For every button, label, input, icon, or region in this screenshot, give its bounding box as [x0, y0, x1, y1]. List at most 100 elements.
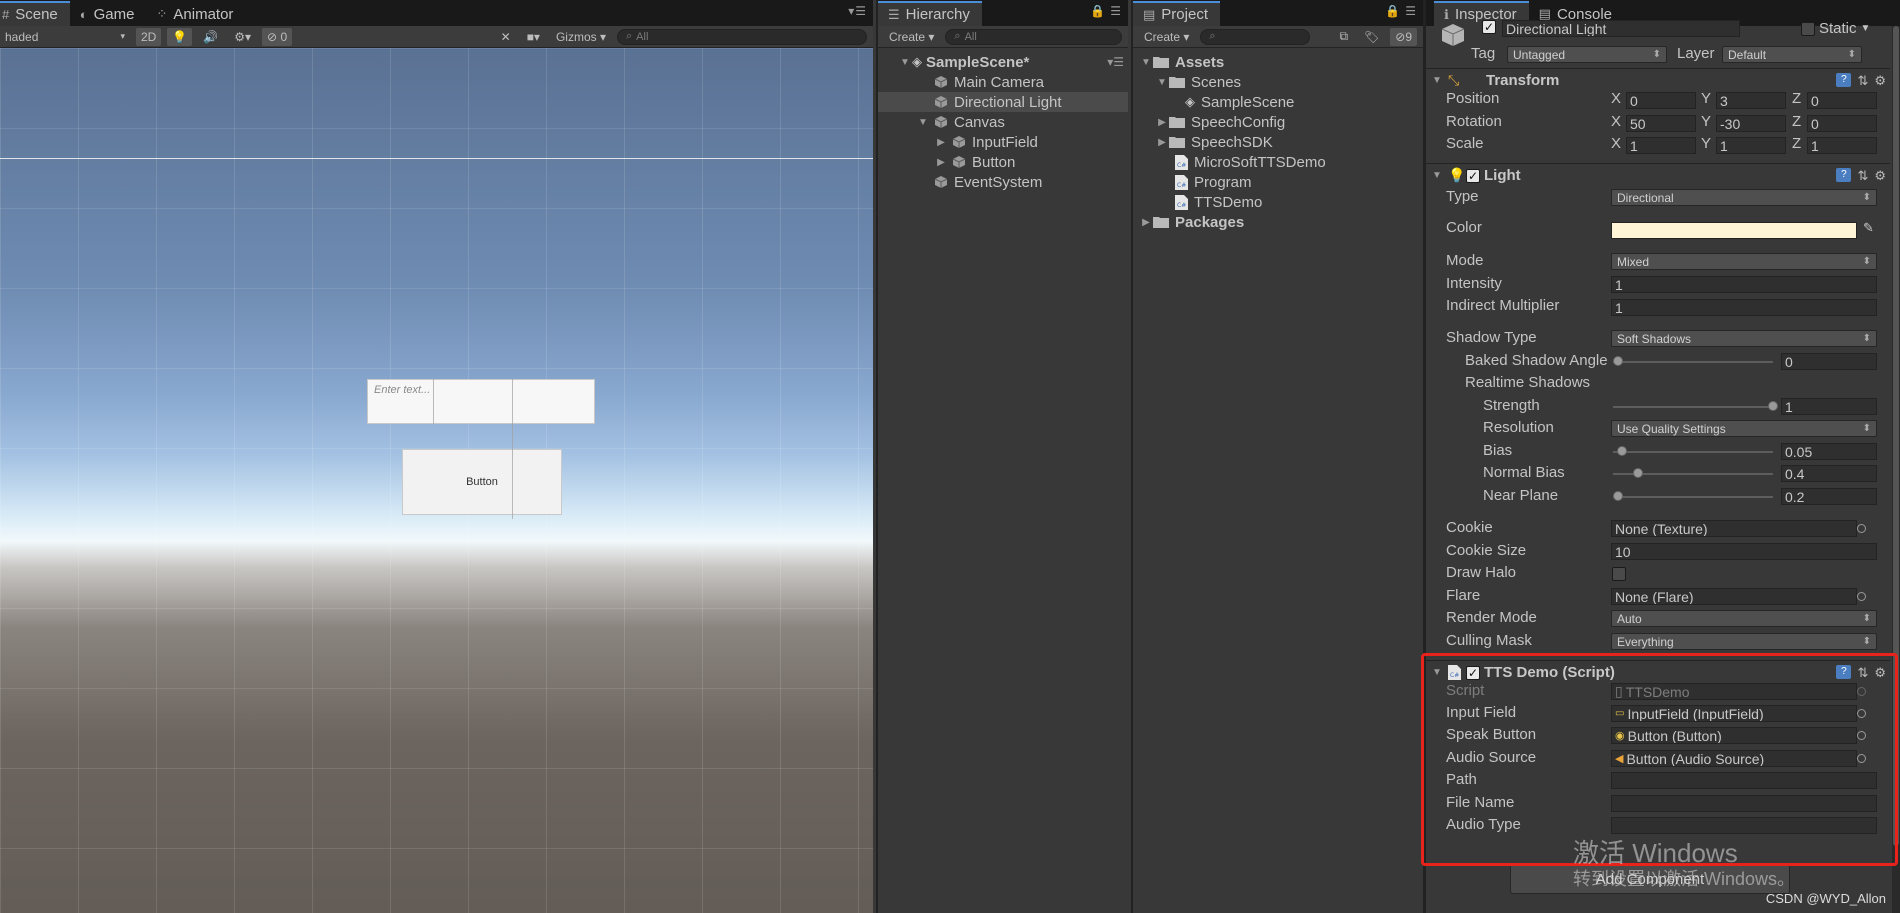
tag-dropdown[interactable]: Untagged — [1507, 46, 1667, 63]
eyedropper-icon[interactable]: ✎ — [1863, 220, 1874, 236]
scene-inputfield[interactable]: Enter text... — [367, 379, 595, 424]
object-picker-icon[interactable] — [1857, 592, 1866, 601]
scale-x-field[interactable]: 1 — [1626, 137, 1696, 154]
baked-angle-slider-handle[interactable] — [1613, 356, 1623, 366]
camera-icon[interactable]: ■▾ — [522, 28, 545, 46]
collapse-arrow-icon[interactable]: ▶ — [1155, 117, 1169, 128]
draw-halo-checkbox[interactable] — [1612, 567, 1626, 581]
tab-game[interactable]: ◐ Game — [70, 2, 147, 26]
rotation-y-field[interactable]: -30 — [1716, 115, 1786, 132]
audio-source-reference[interactable]: ◀ Button (Audio Source) — [1611, 750, 1857, 767]
near-plane-slider-handle[interactable] — [1613, 491, 1623, 501]
scrollbar-thumb[interactable] — [1893, 26, 1899, 846]
gear-icon[interactable]: ⚙ — [1874, 665, 1886, 681]
hierarchy-item-inputfield[interactable]: ▶ InputField — [878, 132, 1128, 152]
gizmos-dropdown[interactable]: Gizmos ▾ — [551, 28, 611, 46]
render-mode-dropdown[interactable]: Auto — [1611, 610, 1877, 627]
project-item-program[interactable]: C# Program — [1133, 172, 1423, 192]
project-item-speechconfig[interactable]: ▶ SpeechConfig — [1133, 112, 1423, 132]
near-plane-slider[interactable] — [1613, 496, 1773, 498]
mode-2d-toggle[interactable]: 2D — [136, 27, 162, 46]
object-picker-icon[interactable] — [1857, 731, 1866, 740]
object-picker-icon[interactable] — [1857, 524, 1866, 533]
normal-bias-field[interactable]: 0.4 — [1781, 465, 1877, 482]
help-icon[interactable]: ? — [1836, 664, 1852, 679]
expand-arrow-icon[interactable]: ▼ — [898, 57, 912, 68]
baked-angle-slider[interactable] — [1613, 361, 1773, 363]
project-item-speechsdk[interactable]: ▶ SpeechSDK — [1133, 132, 1423, 152]
static-checkbox[interactable] — [1801, 21, 1815, 36]
scene-search-input[interactable]: ⌕ All — [617, 28, 867, 45]
hierarchy-item-button[interactable]: ▶ Button — [878, 152, 1128, 172]
cookie-field[interactable]: None (Texture) — [1611, 520, 1857, 537]
position-y-field[interactable]: 3 — [1716, 92, 1786, 109]
expand-arrow-icon[interactable]: ▼ — [1155, 77, 1169, 88]
script-enabled-checkbox[interactable]: ✓ — [1466, 666, 1480, 680]
project-item-assets[interactable]: ▼ Assets — [1133, 52, 1423, 72]
preset-icon[interactable]: ⇅ — [1857, 665, 1868, 681]
hierarchy-search-input[interactable]: ⌕ All — [945, 28, 1122, 45]
tab-scene[interactable]: # Scene — [0, 1, 70, 26]
cookie-size-field[interactable]: 10 — [1611, 543, 1877, 560]
inspector-scrollbar[interactable] — [1892, 26, 1900, 913]
hierarchy-item-eventsystem[interactable]: EventSystem — [878, 172, 1128, 192]
scene-viewport[interactable]: Enter text... Button — [0, 48, 873, 913]
object-picker-icon[interactable] — [1857, 709, 1866, 718]
expand-arrow-icon[interactable]: ▼ — [1139, 57, 1153, 68]
speak-button-reference[interactable]: ◉ Button (Button) — [1611, 727, 1857, 744]
light-color-swatch[interactable] — [1611, 222, 1857, 239]
effects-toggle-icon[interactable]: ⚙▾ — [229, 28, 256, 46]
transform-header[interactable]: ▼ ⤡ Transform ? ⇅ ⚙ — [1426, 68, 1890, 92]
gear-icon[interactable]: ⚙ — [1874, 73, 1886, 89]
rotation-x-field[interactable]: 50 — [1626, 115, 1696, 132]
bias-slider-handle[interactable] — [1616, 446, 1627, 456]
active-checkbox[interactable]: ✓ — [1482, 20, 1496, 34]
near-plane-field[interactable]: 0.2 — [1781, 488, 1877, 505]
scene-root-row[interactable]: ▼ ◈ SampleScene* ▾☰ — [878, 52, 1128, 72]
project-item-microsofttts[interactable]: C# MicroSoftTTSDemo — [1133, 152, 1423, 172]
create-dropdown[interactable]: Create ▾ — [884, 28, 939, 46]
indirect-multiplier-field[interactable]: 1 — [1611, 299, 1877, 316]
scale-y-field[interactable]: 1 — [1716, 137, 1786, 154]
help-icon[interactable]: ? — [1836, 167, 1852, 182]
hierarchy-item-main-camera[interactable]: Main Camera — [878, 72, 1128, 92]
tab-project[interactable]: ▤ Project — [1133, 1, 1220, 26]
flare-field[interactable]: None (Flare) — [1611, 588, 1857, 605]
shadow-type-dropdown[interactable]: Soft Shadows — [1611, 330, 1877, 347]
intensity-field[interactable]: 1 — [1611, 276, 1877, 293]
tools-icon[interactable]: ✕ — [496, 28, 516, 46]
shading-mode-dropdown[interactable]: haded ▾ — [0, 28, 130, 46]
strength-field[interactable]: 1 — [1781, 398, 1877, 415]
lock-icon[interactable]: 🔒 ☰ — [1090, 4, 1122, 18]
tab-animator[interactable]: ⁘ Animator — [147, 2, 246, 26]
file-name-field[interactable] — [1611, 795, 1877, 812]
project-search-input[interactable]: ⌕ — [1200, 28, 1311, 45]
bias-field[interactable]: 0.05 — [1781, 443, 1877, 460]
collapse-arrow-icon[interactable]: ▶ — [1139, 217, 1153, 228]
lock-icon[interactable]: 🔒 ☰ — [1385, 4, 1417, 18]
collapse-arrow-icon[interactable]: ▶ — [934, 137, 948, 148]
project-item-ttsdemo[interactable]: C# TTSDemo — [1133, 192, 1423, 212]
rotation-z-field[interactable]: 0 — [1807, 115, 1877, 132]
project-item-samplescene[interactable]: ◈ SampleScene — [1133, 92, 1423, 112]
baked-angle-field[interactable]: 0 — [1781, 353, 1877, 370]
light-mode-dropdown[interactable]: Mixed — [1611, 253, 1877, 270]
object-picker-icon[interactable] — [1857, 754, 1866, 763]
help-icon[interactable]: ? — [1836, 72, 1852, 87]
light-type-dropdown[interactable]: Directional — [1611, 189, 1877, 206]
hidden-objects-toggle[interactable]: ⊘ 0 — [262, 27, 293, 46]
scene-menu-icon[interactable]: ▾☰ — [1107, 55, 1124, 69]
expand-arrow-icon[interactable]: ▼ — [916, 117, 930, 128]
audio-toggle-icon[interactable]: 🔊 — [198, 28, 223, 46]
layer-dropdown[interactable]: Default — [1722, 46, 1862, 63]
tab-hierarchy[interactable]: ☰ Hierarchy — [878, 1, 982, 26]
tts-demo-header[interactable]: ▼ C# ✓ TTS Demo (Script) ? ⇅ ⚙ — [1426, 660, 1890, 684]
culling-mask-dropdown[interactable]: Everything — [1611, 633, 1877, 650]
gear-icon[interactable]: ⚙ — [1874, 168, 1886, 184]
light-enabled-checkbox[interactable]: ✓ — [1466, 169, 1480, 183]
position-x-field[interactable]: 0 — [1626, 92, 1696, 109]
expand-arrow-icon[interactable]: ▼ — [1430, 667, 1444, 678]
lighting-toggle-icon[interactable]: 💡 — [167, 27, 193, 46]
static-toggle[interactable]: Static ▼ — [1801, 20, 1870, 37]
create-dropdown[interactable]: Create ▾ — [1139, 28, 1194, 46]
